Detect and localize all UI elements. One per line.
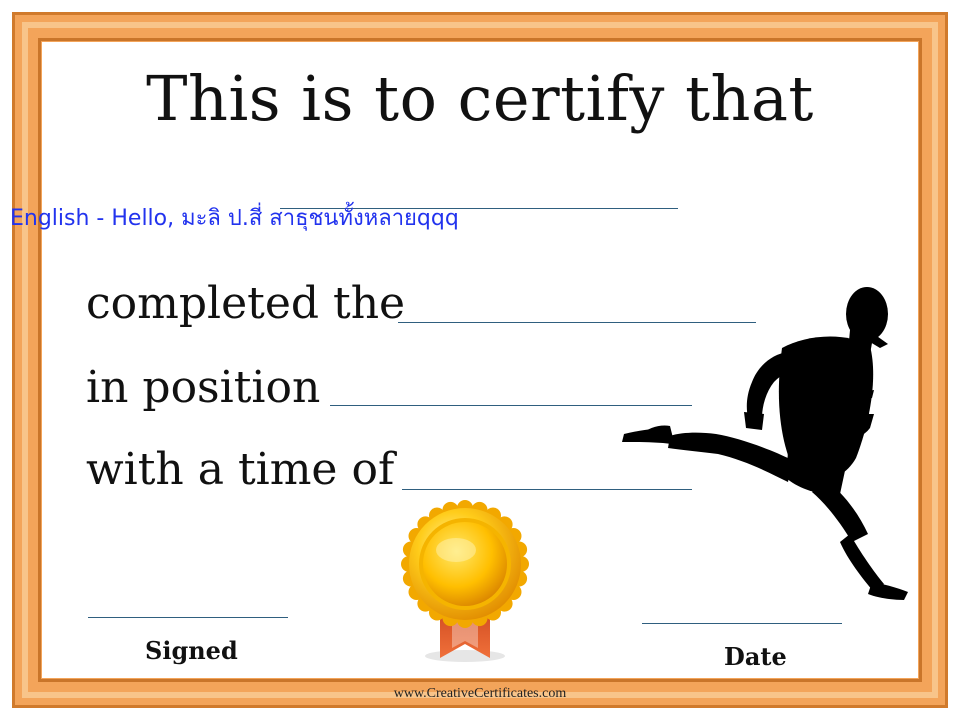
overlay-text[interactable]: English - Hello, มะลิ ป.สี่ สาธุชนทั้งหล… [10,200,459,235]
date-line [642,623,842,624]
award-medal-icon [401,500,529,662]
signature-line [88,617,288,618]
date-label: Date [724,642,787,671]
position-label: in position [86,362,321,413]
runner-silhouette-icon [622,287,908,600]
certificate-title: This is to certify that [146,62,814,135]
completed-label: completed the [86,278,406,329]
signed-label: Signed [145,636,238,665]
time-label: with a time of [86,444,395,495]
footer-url[interactable]: www.CreativeCertificates.com [0,686,960,702]
